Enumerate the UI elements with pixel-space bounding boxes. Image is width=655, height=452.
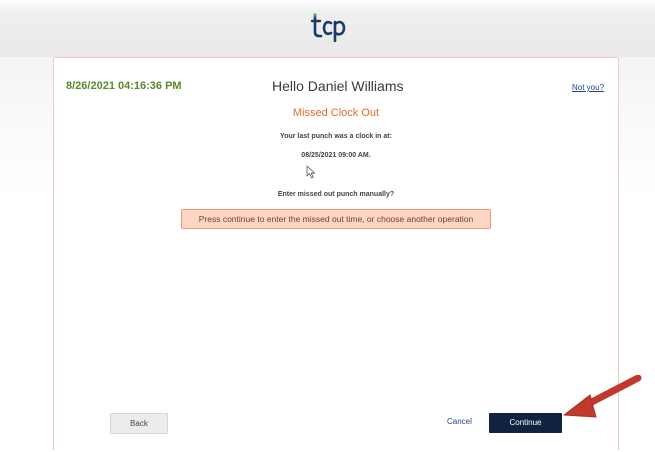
current-datetime: 8/26/2021 04:16:36 PM <box>66 80 182 92</box>
greeting-title: Hello Daniel Williams <box>272 78 404 94</box>
last-punch-value: 08/25/2021 09:00 AM. <box>301 152 371 159</box>
manual-entry-prompt: Enter missed out punch manually? <box>277 191 395 198</box>
continue-button[interactable]: Continue <box>489 413 562 433</box>
clock-panel: 8/26/2021 04:16:36 PM Hello Daniel Willi… <box>53 57 619 450</box>
faint-marks: · · <box>565 348 571 354</box>
not-you-link[interactable]: Not you? <box>572 83 604 92</box>
cancel-button[interactable]: Cancel <box>447 417 472 426</box>
last-punch-label: Your last punch was a clock in at: <box>280 133 392 140</box>
mouse-pointer-icon <box>306 165 315 179</box>
missed-clock-out-title: Missed Clock Out <box>292 107 380 119</box>
tcp-logo <box>310 13 346 42</box>
back-button[interactable]: Back <box>110 413 168 434</box>
app-page: 8/26/2021 04:16:36 PM Hello Daniel Willi… <box>0 0 655 452</box>
red-arrow-icon <box>563 375 642 418</box>
instruction-message: Press continue to enter the missed out t… <box>181 209 491 229</box>
